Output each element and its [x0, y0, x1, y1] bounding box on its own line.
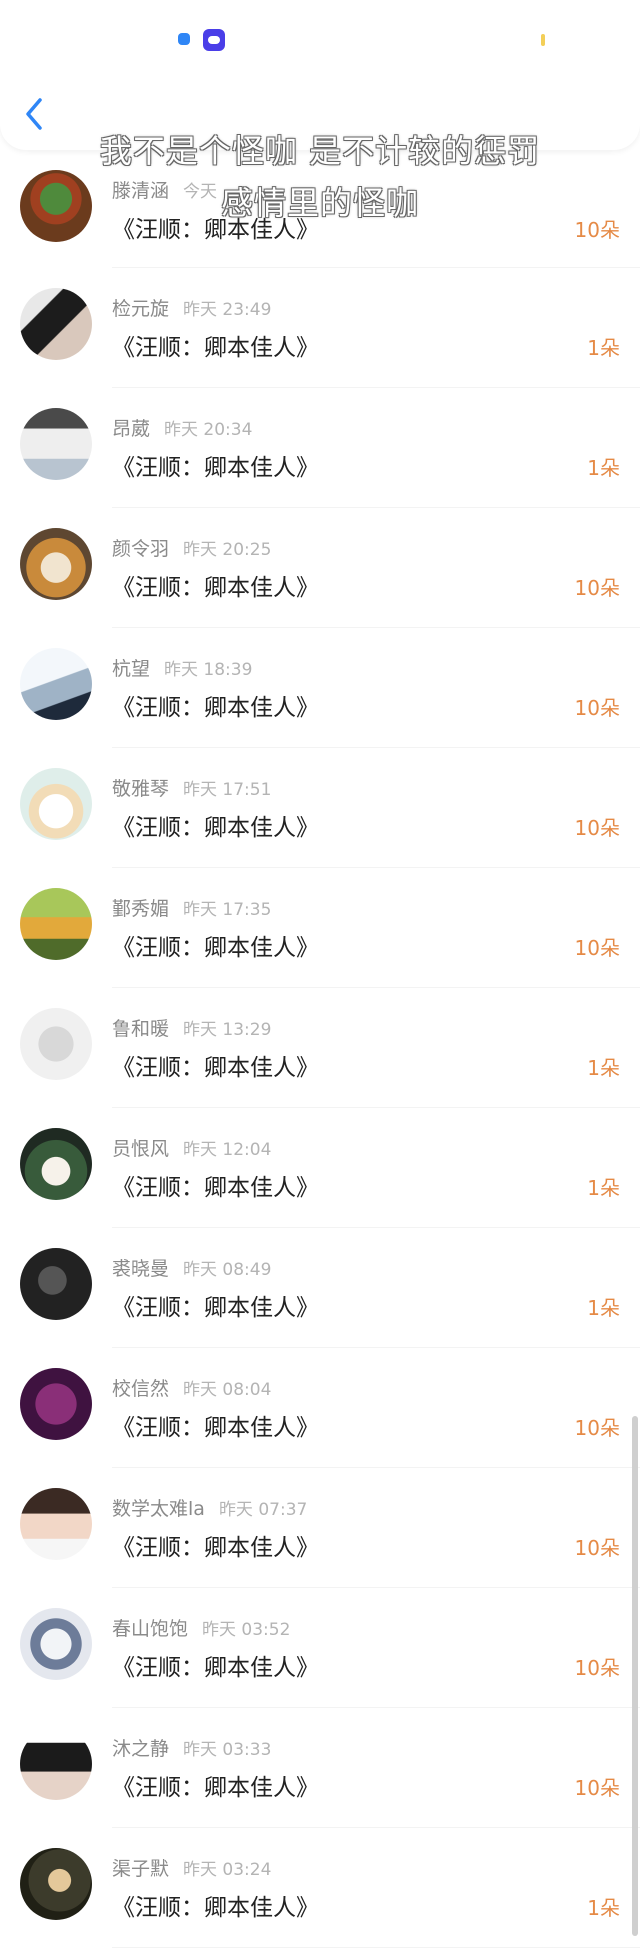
- timestamp: 昨天 07:37: [218, 1500, 308, 1520]
- user-name[interactable]: 颜令羽: [112, 538, 169, 560]
- item-title: 《汪顺：卿本佳人》: [112, 1775, 319, 1801]
- avatar[interactable]: [20, 1248, 92, 1320]
- avatar[interactable]: [20, 768, 92, 840]
- list-item[interactable]: 昂葳 昨天 20:34 《汪顺：卿本佳人》 1朵: [0, 388, 640, 508]
- item-title: 《汪顺：卿本佳人》: [112, 695, 319, 721]
- list-item[interactable]: 春山饱饱 昨天 03:52 《汪顺：卿本佳人》 10朵: [0, 1588, 640, 1708]
- gift-amount: 10朵: [574, 696, 620, 720]
- list-item[interactable]: 鄞秀媚 昨天 17:35 《汪顺：卿本佳人》 10朵: [0, 868, 640, 988]
- gift-amount: 10朵: [574, 1416, 620, 1440]
- item-title: 《汪顺：卿本佳人》: [112, 1295, 319, 1321]
- avatar[interactable]: [20, 1608, 92, 1680]
- status-indicator-icon: [541, 34, 545, 46]
- item-title: 《汪顺：卿本佳人》: [112, 1895, 319, 1921]
- gift-amount: 10朵: [574, 1536, 620, 1560]
- gift-amount: 1朵: [587, 1896, 620, 1920]
- gift-amount: 1朵: [587, 1296, 620, 1320]
- user-name[interactable]: 杭望: [112, 658, 150, 680]
- user-name[interactable]: 敬雅琴: [112, 778, 169, 800]
- list-item[interactable]: 检元旋 昨天 23:49 《汪顺：卿本佳人》 1朵: [0, 268, 640, 388]
- list-item[interactable]: 杭望 昨天 18:39 《汪顺：卿本佳人》 10朵: [0, 628, 640, 748]
- avatar[interactable]: [20, 1848, 92, 1920]
- avatar[interactable]: [20, 408, 92, 480]
- list-item[interactable]: 颜令羽 昨天 20:25 《汪顺：卿本佳人》 10朵: [0, 508, 640, 628]
- user-name[interactable]: 昂葳: [112, 418, 150, 440]
- gift-amount: 10朵: [574, 936, 620, 960]
- item-title: 《汪顺：卿本佳人》: [112, 1655, 319, 1681]
- gift-amount: 10朵: [574, 1776, 620, 1800]
- item-title: 《汪顺：卿本佳人》: [112, 1175, 319, 1201]
- item-title: 《汪顺：卿本佳人》: [112, 815, 319, 841]
- app-status-icon: [178, 33, 190, 45]
- user-name[interactable]: 员恨风: [112, 1138, 169, 1160]
- timestamp: 昨天 13:29: [183, 1020, 272, 1040]
- timestamp: 昨天 17:35: [183, 900, 272, 920]
- lyric-overlay-line-1: 我不是个怪咖 是不计较的惩罚: [99, 132, 541, 170]
- gift-amount: 1朵: [587, 336, 620, 360]
- timestamp: 昨天 03:52: [202, 1620, 291, 1640]
- list-item[interactable]: 沐之静 昨天 03:33 《汪顺：卿本佳人》 10朵: [0, 1708, 640, 1828]
- timestamp: 昨天 08:04: [183, 1380, 272, 1400]
- timestamp: 昨天 20:25: [183, 540, 272, 560]
- list-item[interactable]: 员恨风 昨天 12:04 《汪顺：卿本佳人》 1朵: [0, 1108, 640, 1228]
- lyric-overlay-line-2: 感情里的怪咖: [220, 184, 419, 222]
- gift-amount: 1朵: [587, 1176, 620, 1200]
- timestamp: 昨天 12:04: [183, 1140, 272, 1160]
- timestamp: 昨天 17:51: [183, 780, 272, 800]
- item-title: 《汪顺：卿本佳人》: [112, 1535, 319, 1561]
- avatar[interactable]: [20, 1728, 92, 1800]
- user-name[interactable]: 沐之静: [112, 1738, 169, 1760]
- avatar[interactable]: [20, 288, 92, 360]
- gift-amount: 10朵: [574, 816, 620, 840]
- user-name[interactable]: 数学太难la: [112, 1498, 205, 1520]
- list-item[interactable]: 敬雅琴 昨天 17:51 《汪顺：卿本佳人》 10朵: [0, 748, 640, 868]
- user-name[interactable]: 鄞秀媚: [112, 898, 169, 920]
- timestamp: 昨天 03:24: [183, 1860, 272, 1880]
- list-item[interactable]: 校信然 昨天 08:04 《汪顺：卿本佳人》 10朵: [0, 1348, 640, 1468]
- item-title: 《汪顺：卿本佳人》: [112, 455, 319, 481]
- item-title: 《汪顺：卿本佳人》: [112, 575, 319, 601]
- avatar[interactable]: [20, 1368, 92, 1440]
- item-title: 《汪顺：卿本佳人》: [112, 935, 319, 961]
- divider: [112, 1947, 640, 1948]
- timestamp: 昨天 08:49: [183, 1260, 272, 1280]
- gift-amount: 1朵: [587, 1056, 620, 1080]
- timestamp: 昨天 18:39: [164, 660, 253, 680]
- avatar[interactable]: [20, 1008, 92, 1080]
- timestamp: 昨天 23:49: [183, 300, 272, 320]
- gift-amount: 10朵: [574, 576, 620, 600]
- list-item[interactable]: 鲁和暖 昨天 13:29 《汪顺：卿本佳人》 1朵: [0, 988, 640, 1108]
- user-name[interactable]: 检元旋: [112, 298, 169, 320]
- cloud-app-icon: [203, 29, 225, 51]
- gift-amount: 1朵: [587, 456, 620, 480]
- list-item[interactable]: 渠子默 昨天 03:24 《汪顺：卿本佳人》 1朵: [0, 1828, 640, 1948]
- item-title: 《汪顺：卿本佳人》: [112, 335, 319, 361]
- avatar[interactable]: [20, 1128, 92, 1200]
- gift-list: 滕清涵 今天 《汪顺：卿本佳人》 10朵 检元旋 昨天 23:49 《汪顺：卿本佳人…: [0, 150, 640, 1948]
- timestamp: 昨天 03:33: [183, 1740, 272, 1760]
- user-name[interactable]: 裘晓曼: [112, 1258, 169, 1280]
- user-name[interactable]: 校信然: [112, 1378, 169, 1400]
- gift-amount: 10朵: [574, 1656, 620, 1680]
- avatar[interactable]: [20, 648, 92, 720]
- user-name[interactable]: 鲁和暖: [112, 1018, 169, 1040]
- user-name[interactable]: 春山饱饱: [112, 1618, 188, 1640]
- scrollbar[interactable]: [632, 1416, 638, 1936]
- avatar[interactable]: [20, 888, 92, 960]
- timestamp: 昨天 20:34: [164, 420, 253, 440]
- user-name[interactable]: 渠子默: [112, 1858, 169, 1880]
- item-title: 《汪顺：卿本佳人》: [112, 1415, 319, 1441]
- avatar[interactable]: [20, 528, 92, 600]
- list-item[interactable]: 数学太难la 昨天 07:37 《汪顺：卿本佳人》 10朵: [0, 1468, 640, 1588]
- item-title: 《汪顺：卿本佳人》: [112, 1055, 319, 1081]
- list-item[interactable]: 裘晓曼 昨天 08:49 《汪顺：卿本佳人》 1朵: [0, 1228, 640, 1348]
- avatar[interactable]: [20, 1488, 92, 1560]
